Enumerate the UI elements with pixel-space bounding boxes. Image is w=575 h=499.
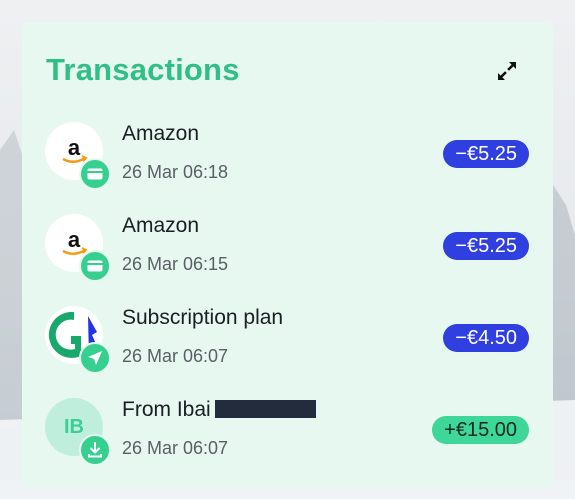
sender-name: From Ibai (122, 398, 211, 421)
transaction-row-2[interactable]: a Amazon 26 Mar 06:15 −€5.25 (22, 214, 553, 306)
transactions-card: Transactions a Amazon 26 Mar 06:18 −€5.2… (22, 22, 553, 487)
transaction-amount: −€5.25 (443, 232, 529, 260)
transaction-name: Subscription plan (122, 306, 284, 329)
redacted-block (214, 400, 316, 418)
transaction-avatar: a (45, 122, 111, 190)
transaction-row-3[interactable]: Subscription plan 26 Mar 06:07 −€4.50 (22, 306, 553, 398)
transaction-name: Amazon (122, 214, 200, 237)
transaction-date: 26 Mar 06:18 (122, 162, 229, 182)
transaction-amount: −€4.50 (443, 324, 529, 352)
card-icon (79, 158, 111, 190)
transaction-name: Amazon (122, 122, 200, 145)
transaction-date: 26 Mar 06:07 (122, 438, 229, 458)
expand-arrows-icon (498, 62, 516, 80)
transaction-name: From Ibai (122, 398, 316, 422)
transaction-date: 26 Mar 06:07 (122, 346, 229, 366)
transaction-date: 26 Mar 06:15 (122, 254, 229, 274)
svg-text:a: a (68, 135, 81, 160)
transaction-avatar: IB (45, 398, 111, 466)
transaction-row-4[interactable]: IB From Ibai 26 Mar 06:07 +€15.00 (22, 398, 553, 490)
transaction-amount: +€15.00 (432, 416, 529, 444)
svg-text:a: a (68, 227, 81, 252)
transaction-avatar (45, 306, 111, 374)
transaction-amount: −€5.25 (443, 140, 529, 168)
card-icon (79, 250, 111, 282)
transaction-row-1[interactable]: a Amazon 26 Mar 06:18 −€5.25 (22, 122, 553, 214)
send-icon (79, 342, 111, 374)
download-icon (79, 434, 111, 466)
transaction-avatar: a (45, 214, 111, 282)
expand-button[interactable] (494, 58, 520, 84)
card-title: Transactions (46, 52, 240, 87)
